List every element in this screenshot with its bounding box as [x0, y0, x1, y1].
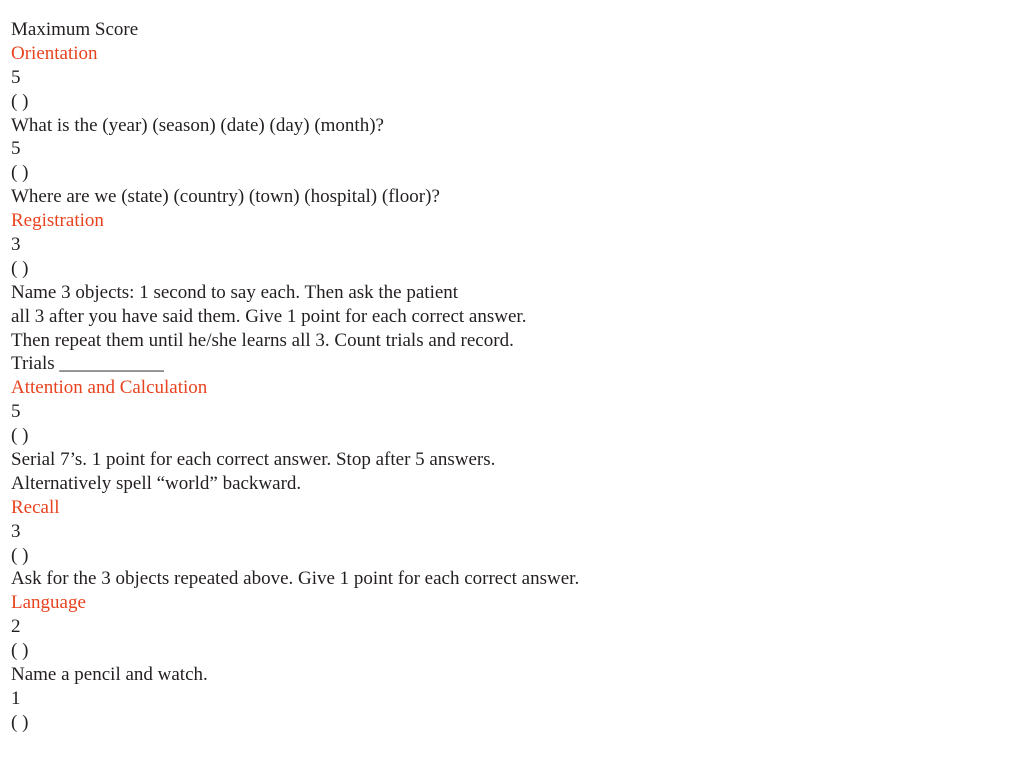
max-score-header: Maximum Score	[11, 19, 139, 40]
item-score-field[interactable]: ( )	[11, 257, 579, 281]
item-max-score: 5	[11, 401, 21, 423]
item-question: Where are we (state) (country) (town) (h…	[11, 186, 440, 208]
item-max-score: 3	[11, 520, 21, 542]
item-score-field[interactable]: ( )	[11, 161, 579, 185]
item-question: Ask for the 3 objects repeated above. Gi…	[11, 568, 580, 590]
item-score-field[interactable]: ( )	[11, 90, 579, 114]
mmse-document: Maximum Score Orientation 5 ( ) What is …	[11, 18, 579, 735]
item-question: Serial 7’s. 1 point for each correct ans…	[11, 449, 496, 471]
item-question: Name 3 objects: 1 second to say each. Th…	[11, 281, 459, 303]
trials-field[interactable]: Trials ___________	[11, 352, 579, 376]
section-heading-registration: Registration	[11, 210, 104, 232]
item-question: What is the (year) (season) (date) (day)…	[11, 114, 384, 136]
item-max-score: 3	[11, 234, 21, 256]
item-score-field[interactable]: ( )	[11, 424, 579, 448]
item-score-field[interactable]: ( )	[11, 544, 579, 568]
section-heading-language: Language	[11, 592, 86, 614]
item-max-score: 5	[11, 66, 21, 88]
item-question: Alternatively spell “world” backward.	[11, 472, 302, 494]
item-max-score: 2	[11, 616, 21, 638]
item-question: Then repeat them until he/she learns all…	[11, 329, 514, 351]
section-heading-attention-calculation: Attention and Calculation	[11, 377, 208, 399]
section-heading-recall: Recall	[11, 496, 60, 518]
section-heading-orientation: Orientation	[11, 42, 98, 64]
item-score-field[interactable]: ( )	[11, 639, 579, 663]
item-max-score: 1	[11, 687, 21, 709]
item-question: all 3 after you have said them. Give 1 p…	[11, 305, 527, 327]
item-question: Name a pencil and watch.	[11, 664, 208, 686]
item-max-score: 5	[11, 138, 21, 160]
item-score-field[interactable]: ( )	[11, 711, 579, 735]
